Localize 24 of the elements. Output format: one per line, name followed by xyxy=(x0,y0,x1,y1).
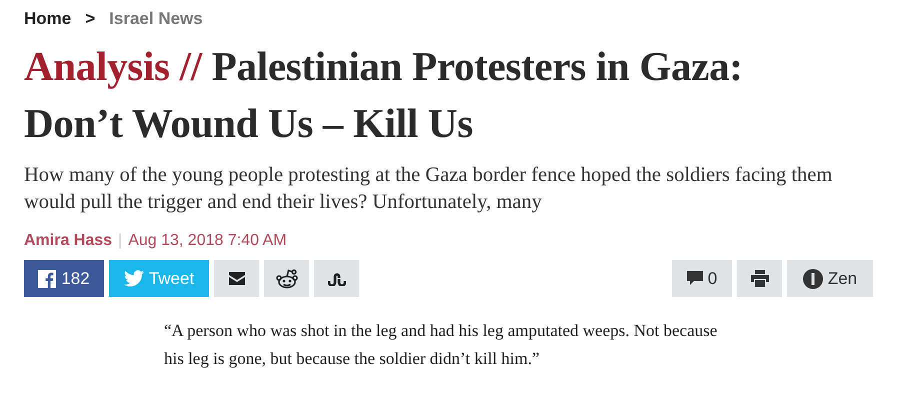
byline-separator: | xyxy=(118,231,122,251)
breadcrumb-link[interactable]: Israel News xyxy=(109,6,203,32)
envelope-icon xyxy=(228,272,244,285)
publish-date: Aug 13, 2018 7:40 AM xyxy=(128,231,287,251)
breadcrumb-separator: > xyxy=(85,8,96,30)
facebook-icon xyxy=(38,270,56,288)
reddit-button[interactable] xyxy=(264,260,309,297)
print-button[interactable] xyxy=(737,260,782,297)
half-circle-icon xyxy=(802,268,823,288)
twitter-bird-icon xyxy=(124,270,144,287)
speech-bubble-icon xyxy=(686,271,703,286)
reddit-alien-icon xyxy=(276,268,298,288)
article-subtitle: How many of the young people protesting at the Gaza border fence hoped the soldiers facing them would pull the trigger and end their lives? Unfortunately, many xyxy=(24,163,834,215)
comments-button[interactable]: 0 xyxy=(672,260,732,297)
stumbleupon-button[interactable] xyxy=(314,260,359,297)
pull-quote: “A person who was shot in the leg and had his leg amputated weeps. Not because his leg is gone, but because the soldier didn’t kill him.” xyxy=(164,320,718,370)
breadcrumb-link[interactable]: Home xyxy=(24,6,72,32)
zen-button[interactable]: Zen xyxy=(787,260,873,297)
email-button[interactable] xyxy=(214,260,259,297)
author-link[interactable]: Amira Hass xyxy=(24,229,112,253)
printer-icon xyxy=(750,270,768,287)
stumbleupon-icon xyxy=(328,272,346,286)
headline: Analysis // Palestinian Protesters in Gaza: Don’t Wound Us – Kill Us xyxy=(24,42,744,148)
facebook-button[interactable]: 182 xyxy=(24,260,104,297)
